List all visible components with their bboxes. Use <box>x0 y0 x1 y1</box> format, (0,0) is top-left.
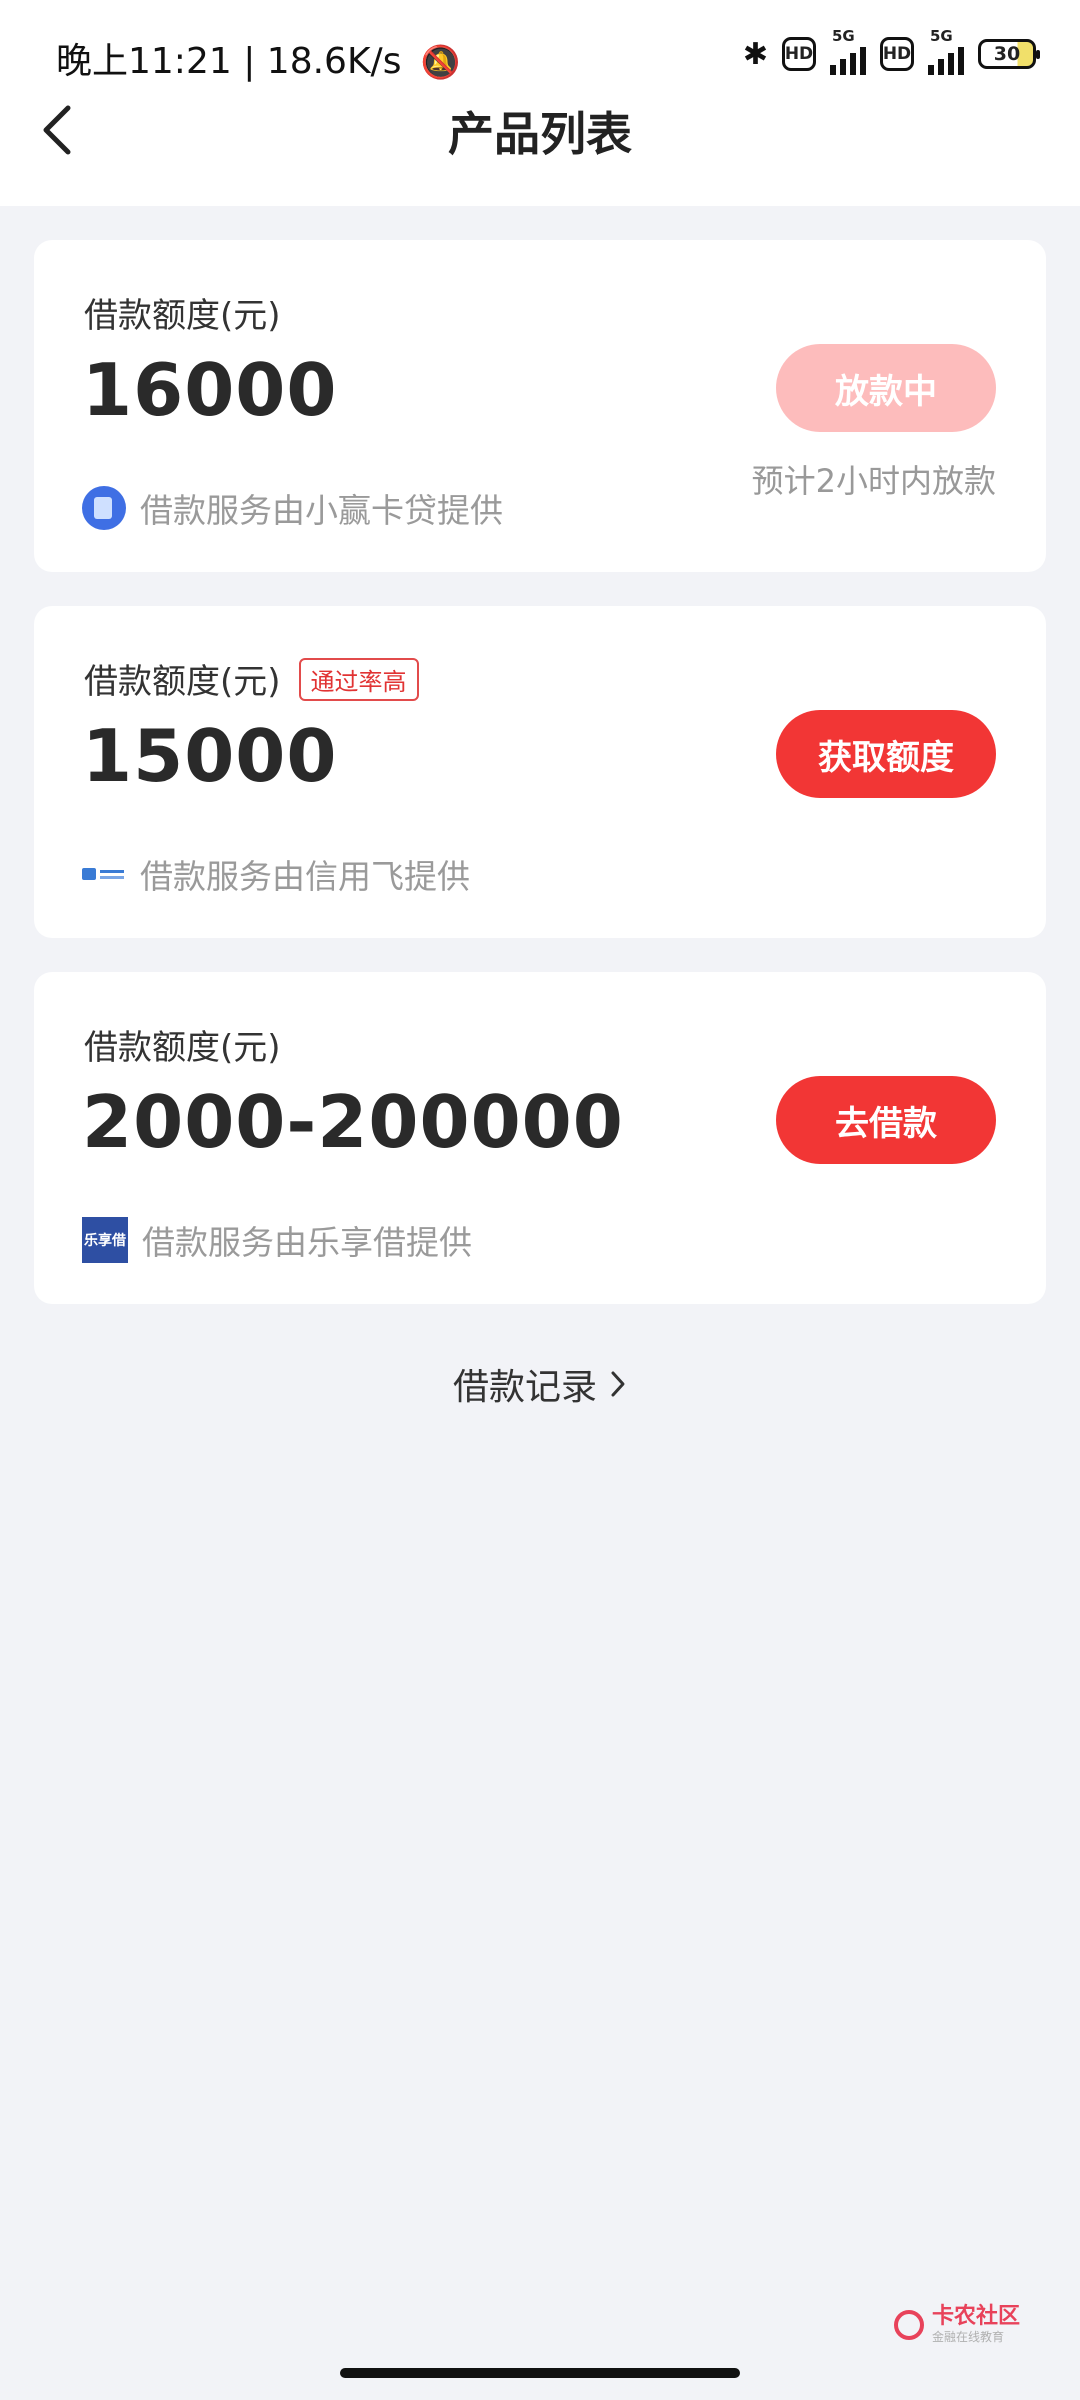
signal-icon: 5G <box>830 27 866 75</box>
amount-label-row: 借款额度(元) 通过率高 <box>84 654 419 705</box>
battery-level: 30 <box>993 43 1021 65</box>
network-type-label: 5G <box>832 27 855 45</box>
top-bar: 晚上11:21 | 18.6K/s 🔕 ✱ HD 5G HD 5G 30 产品列… <box>0 0 1080 206</box>
home-indicator[interactable] <box>340 2368 740 2378</box>
hd-icon-2: HD <box>880 37 914 71</box>
xinyongfei-logo-icon <box>82 860 126 888</box>
battery-icon: 30 <box>978 39 1040 69</box>
provider-text: 借款服务由小赢卡贷提供 <box>140 491 503 530</box>
loan-records-link[interactable]: 借款记录 <box>0 1358 1080 1410</box>
amount-value: 2000-200000 <box>82 1080 624 1164</box>
chevron-right-icon <box>609 1367 627 1408</box>
get-quota-button[interactable]: 获取额度 <box>776 710 996 798</box>
status-separator: | <box>243 41 256 82</box>
amount-label: 借款额度(元) <box>84 662 281 702</box>
amount-value: 15000 <box>82 714 338 798</box>
provider-text: 借款服务由信用飞提供 <box>140 857 470 896</box>
product-card: 借款额度(元) 16000 放款中 预计2小时内放款 借款服务由小赢卡贷提供 <box>34 240 1046 572</box>
provider-row: 借款服务由小赢卡贷提供 <box>82 484 503 532</box>
bluetooth-icon: ✱ <box>742 36 768 72</box>
mute-bell-icon: 🔕 <box>420 43 461 81</box>
signal-icon-2: 5G <box>928 27 964 75</box>
watermark-subtitle: 金融在线教育 <box>931 2330 1004 2344</box>
amount-value: 16000 <box>82 348 338 432</box>
provider-row: 借款服务由信用飞提供 <box>82 850 470 898</box>
product-card: 借款额度(元) 通过率高 15000 获取额度 借款服务由信用飞提供 <box>34 606 1046 938</box>
product-card: 借款额度(元) 2000-200000 去借款 乐享借 借款服务由乐享借提供 <box>34 972 1046 1304</box>
provider-text: 借款服务由乐享借提供 <box>142 1223 472 1262</box>
status-left: 晚上11:21 | 18.6K/s 🔕 <box>56 32 461 84</box>
loan-records-label: 借款记录 <box>452 1367 597 1408</box>
amount-label: 借款额度(元) <box>84 1028 281 1068</box>
borrow-button[interactable]: 去借款 <box>776 1076 996 1164</box>
lexiangjie-logo-icon: 乐享借 <box>82 1217 128 1263</box>
network-type-label-2: 5G <box>930 27 953 45</box>
status-net-speed: 18.6K/s <box>266 41 402 82</box>
xiaoying-logo-icon <box>82 486 126 530</box>
watermark: 卡农社区 金融在线教育 <box>893 2304 1020 2344</box>
watermark-title: 卡农社区 <box>931 2304 1020 2329</box>
status-time: 晚上11:21 <box>56 41 232 82</box>
watermark-logo-icon <box>893 2309 924 2340</box>
hd-icon: HD <box>782 37 816 71</box>
disbursement-note: 预计2小时内放款 <box>751 462 996 500</box>
status-right: ✱ HD 5G HD 5G 30 <box>742 27 1040 78</box>
status-bar: 晚上11:21 | 18.6K/s 🔕 ✱ HD 5G HD 5G 30 <box>0 0 1080 110</box>
loan-status-button[interactable]: 放款中 <box>776 344 996 432</box>
provider-row: 乐享借 借款服务由乐享借提供 <box>82 1216 472 1264</box>
page-title: 产品列表 <box>448 107 632 161</box>
high-approval-badge: 通过率高 <box>298 658 419 701</box>
amount-label: 借款额度(元) <box>84 296 281 336</box>
